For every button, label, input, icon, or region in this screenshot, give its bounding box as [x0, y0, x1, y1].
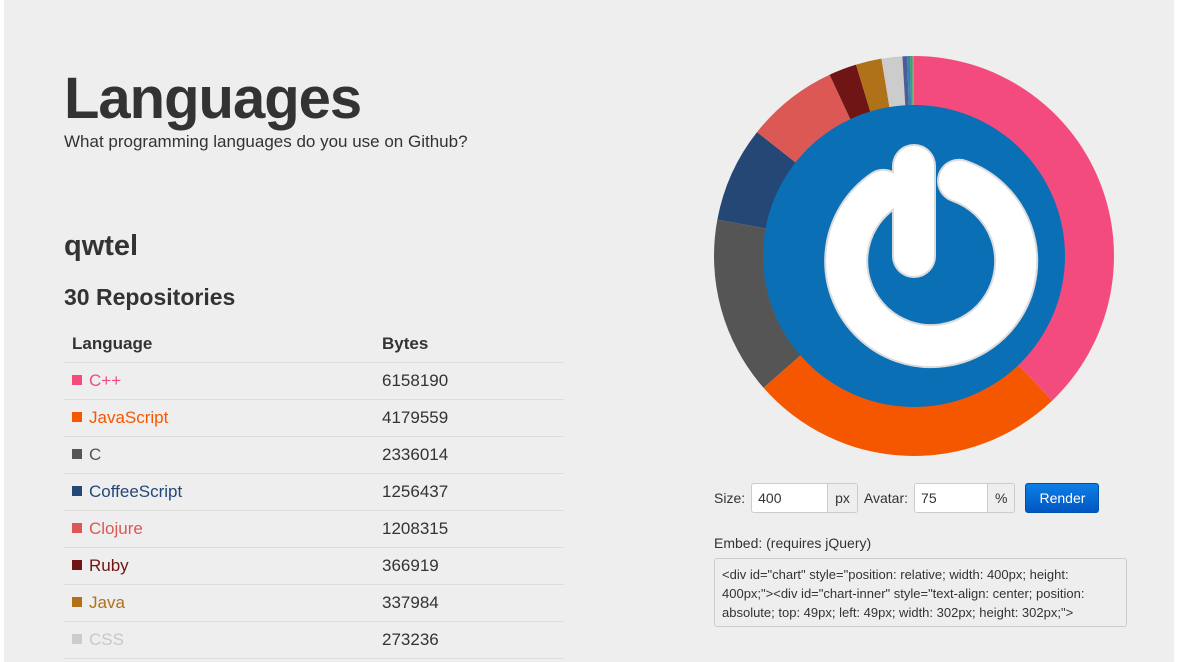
username-heading: qwtel [64, 230, 139, 262]
table-row: C++ 6158190 [64, 362, 564, 400]
embed-code-textarea[interactable]: <div id="chart" style="position: relativ… [714, 558, 1127, 627]
bytes-cell: 4179559 [382, 399, 564, 437]
table-row: JavaScript 4179559 [64, 399, 564, 437]
color-swatch [72, 449, 82, 459]
bytes-cell: 1256437 [382, 473, 564, 511]
color-swatch [72, 375, 82, 385]
color-swatch [72, 560, 82, 570]
size-input-group: px [751, 483, 858, 513]
language-cell: CoffeeScript [64, 473, 382, 511]
language-link[interactable]: C++ [89, 371, 121, 390]
avatar-input-group: % [914, 483, 1016, 513]
table-row: CoffeeScript 1256437 [64, 473, 564, 511]
language-cell: Clojure [64, 510, 382, 548]
language-cell: JavaScript [64, 399, 382, 437]
avatar-label: Avatar: [863, 490, 909, 506]
color-swatch [72, 412, 82, 422]
language-link[interactable]: Java [89, 593, 125, 612]
table-header-row: Language Bytes [64, 326, 564, 363]
table-row: C 2336014 [64, 436, 564, 474]
table-row: CSS 273236 [64, 621, 564, 659]
language-cell: Ruby [64, 547, 382, 585]
language-cell: C [64, 436, 382, 474]
language-cell: Java [64, 584, 382, 622]
bytes-cell: 366919 [382, 547, 564, 585]
color-swatch [72, 634, 82, 644]
language-link[interactable]: C [89, 445, 101, 464]
languages-table-body: C++ 6158190 JavaScript 4179559 C 2336014 Coffe… [64, 362, 564, 659]
language-cell: CSS [64, 621, 382, 659]
render-controls: Size: px Avatar: % Render [714, 482, 1100, 514]
languages-table: Language Bytes C++ 6158190 JavaScript 41795… [64, 326, 564, 659]
color-swatch [72, 523, 82, 533]
page-subtitle: What programming languages do you use on… [64, 132, 468, 151]
language-link[interactable]: CSS [89, 630, 124, 649]
table-row: Ruby 366919 [64, 547, 564, 585]
avatar-input[interactable] [914, 483, 989, 513]
language-link[interactable]: JavaScript [89, 408, 168, 427]
repository-count: 30 Repositories [64, 284, 236, 310]
size-label: Size: [714, 490, 746, 506]
table-row: Clojure 1208315 [64, 510, 564, 548]
table-row: Java 337984 [64, 584, 564, 622]
page: Languages What programming languages do … [4, 0, 1174, 662]
bytes-cell: 6158190 [382, 362, 564, 400]
embed-label: Embed: (requires jQuery) [714, 535, 872, 551]
bytes-cell: 337984 [382, 584, 564, 622]
color-swatch [72, 597, 82, 607]
size-unit-addon: px [828, 483, 858, 513]
page-title: Languages [64, 66, 362, 131]
render-button[interactable]: Render [1025, 483, 1100, 513]
bytes-column-header: Bytes [382, 326, 564, 363]
language-link[interactable]: Clojure [89, 519, 143, 538]
language-donut-chart [714, 56, 1114, 456]
bytes-cell: 1208315 [382, 510, 564, 548]
language-cell: C++ [64, 362, 382, 400]
bytes-cell: 273236 [382, 621, 564, 659]
bytes-cell: 2336014 [382, 436, 564, 474]
language-link[interactable]: Ruby [89, 556, 129, 575]
avatar-unit-addon: % [988, 483, 1016, 513]
color-swatch [72, 486, 82, 496]
language-link[interactable]: CoffeeScript [89, 482, 182, 501]
size-input[interactable] [751, 483, 829, 513]
language-column-header: Language [64, 326, 382, 363]
